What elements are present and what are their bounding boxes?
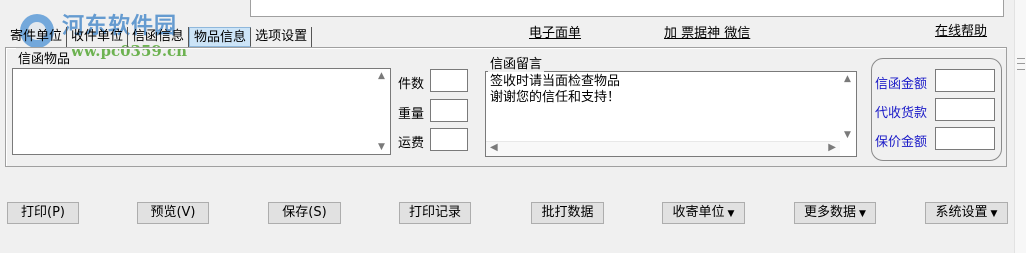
scroll-down-icon[interactable]: ▼ [844, 130, 851, 140]
more-data-label: 更多数据 [804, 205, 857, 220]
tab-strip: 寄件单位 收件单位 信函信息 物品信息 选项设置 [6, 27, 313, 47]
top-input-field[interactable] [250, 0, 1004, 17]
save-button[interactable]: 保存(S) [268, 202, 341, 224]
scroll-up-icon[interactable]: ▲ [378, 71, 385, 81]
electronic-waybill-link[interactable]: 电子面单 [529, 22, 581, 41]
letter-items-label: 信函物品 [16, 48, 73, 67]
scroll-up-icon[interactable]: ▲ [844, 74, 851, 84]
letter-amount-input[interactable] [935, 69, 995, 92]
message-label: 信函留言 [488, 53, 545, 72]
dropdown-arrow-icon: ▼ [859, 209, 866, 219]
scroll-left-icon[interactable]: ◀ [490, 142, 498, 153]
more-data-dropdown[interactable]: 更多数据 ▼ [794, 202, 876, 224]
message-hscrollbar[interactable]: ◀ ▶ [486, 141, 840, 156]
recipient-unit-label: 收寄单位 [672, 205, 725, 220]
system-settings-label: 系统设置 [935, 205, 988, 220]
scroll-right-icon[interactable]: ▶ [828, 142, 836, 153]
preview-button[interactable]: 预览(V) [137, 202, 209, 224]
tab-sender-unit[interactable]: 寄件单位 [6, 27, 68, 47]
recipient-unit-dropdown[interactable]: 收寄单位 ▼ [662, 202, 745, 224]
weight-label: 重量 [398, 107, 425, 122]
message-line-1: 签收时请当面检查物品 [490, 74, 621, 89]
weight-input[interactable] [430, 99, 468, 122]
batch-print-button[interactable]: 批打数据 [531, 202, 604, 224]
message-line-2: 谢谢您的信任和支持！ [490, 90, 621, 105]
count-input[interactable] [430, 69, 468, 92]
message-vscrollbar[interactable]: ▲ ▼ [840, 72, 856, 142]
tab-options[interactable]: 选项设置 [251, 27, 313, 47]
cod-label: 代收货款 [875, 106, 928, 121]
cod-input[interactable] [935, 98, 995, 121]
tab-recipient-unit[interactable]: 收件单位 [67, 27, 129, 47]
dropdown-arrow-icon: ▼ [727, 209, 735, 219]
scroll-down-icon[interactable]: ▼ [378, 142, 385, 152]
online-help-link[interactable]: 在线帮助 [935, 20, 987, 39]
tab-item-info[interactable]: 物品信息 [189, 27, 252, 47]
message-textarea[interactable]: 签收时请当面检查物品 谢谢您的信任和支持！ ▲ ▼ ◀ ▶ [485, 71, 857, 157]
insured-amount-input[interactable] [935, 127, 995, 150]
count-label: 件数 [398, 77, 425, 92]
tab-letter-info[interactable]: 信函信息 [128, 27, 190, 47]
window-scrollbar[interactable] [1014, 0, 1026, 253]
print-button[interactable]: 打印(P) [7, 202, 79, 224]
letter-items-textarea[interactable]: ▲ ▼ [12, 68, 391, 155]
dropdown-arrow-icon: ▼ [990, 209, 998, 219]
system-settings-dropdown[interactable]: 系统设置 ▼ [925, 202, 1008, 224]
letter-amount-label: 信函金额 [875, 77, 928, 92]
print-log-button[interactable]: 打印记录 [399, 202, 471, 224]
letter-items-scrollbar[interactable]: ▲ ▼ [374, 69, 390, 154]
add-wechat-link[interactable]: 加 票据神 微信 [664, 22, 750, 41]
freight-label: 运费 [398, 136, 425, 151]
freight-input[interactable] [430, 128, 468, 151]
scrollbar-grip[interactable] [1017, 58, 1025, 70]
insured-amount-label: 保价金额 [875, 135, 928, 150]
